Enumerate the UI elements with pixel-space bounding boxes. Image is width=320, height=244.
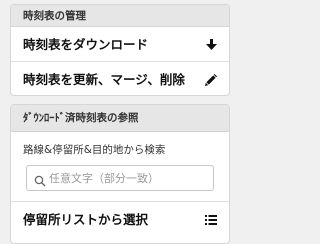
select-from-stop-list-button[interactable]: 停留所リストから選択	[11, 201, 229, 236]
update-merge-delete-label: 時刻表を更新、マージ、削除	[23, 72, 185, 87]
management-header: 時刻表の管理	[11, 5, 229, 27]
search-field[interactable]	[26, 165, 219, 191]
downloaded-timetable-card: ﾀﾞｳﾝﾛｰﾄﾞ済時刻表の参照 路線&停留所&目的地から検索 停留所リストから選…	[10, 104, 230, 244]
timetable-management-card: 時刻表の管理 時刻表をダウンロード 時刻表を更新、マージ、削除	[10, 4, 230, 96]
download-arrow-icon	[206, 27, 217, 62]
screen: 時刻表の管理 時刻表をダウンロード 時刻表を更新、マージ、削除 ﾀﾞｳﾝﾛｰﾄﾞ…	[0, 0, 240, 244]
download-timetable-button[interactable]: 時刻表をダウンロード	[11, 27, 229, 62]
update-merge-delete-button[interactable]: 時刻表を更新、マージ、削除	[11, 62, 229, 95]
search-input[interactable]	[49, 168, 219, 188]
list-icon	[205, 202, 217, 237]
download-timetable-label: 時刻表をダウンロード	[23, 37, 149, 52]
pencil-icon	[205, 62, 217, 95]
search-icon	[34, 172, 46, 191]
select-from-stop-list-label: 停留所リストから選択	[23, 212, 149, 227]
search-label: 路線&停留所&目的地から検索	[23, 144, 166, 156]
browse-header: ﾀﾞｳﾝﾛｰﾄﾞ済時刻表の参照	[11, 105, 229, 132]
